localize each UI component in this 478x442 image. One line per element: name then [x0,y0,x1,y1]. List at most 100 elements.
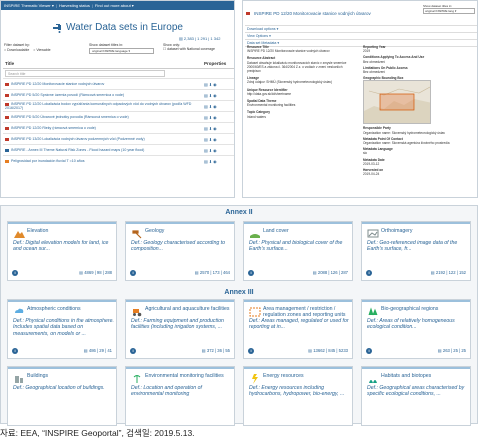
view-icon[interactable]: ◉ [213,159,218,164]
view-options-menu[interactable]: View Options ▾ [245,32,477,39]
national-coverage-checkbox[interactable]: ☐ dataset with National coverage [163,47,234,51]
habitat-icon [369,380,377,383]
metadata-value: Zdroj údajov: SHMÚ (Slovenský hydrometeo… [247,80,333,85]
metadata-field: Unique Resource Identifier http://data.go… [247,88,357,96]
card-title[interactable]: Environmental monitoring facilities [145,373,233,379]
card-title[interactable]: Energy resources [263,373,351,379]
country-flag-icon [5,93,9,97]
view-icon[interactable]: ◉ [213,82,218,87]
dataset-actions: ▤⬇◉ [204,126,218,131]
table-row[interactable]: INSPIRE PD 5/20 Správne územia povodí (R… [3,89,234,101]
card-title[interactable]: Habitats and biotopes [381,373,469,379]
themes-container: Annex II Elevation Def.: Digital elevatio… [0,205,478,426]
dataset-title-link[interactable]: INSPIRE PD 5/20 Správne územia povodí (R… [11,93,124,97]
metadata-key: Metadata Language [363,147,393,152]
table-row[interactable]: INSPIRE PD 12/20 Monitorovacie stanice v… [3,78,234,90]
theme-card[interactable]: Agricultural and aquaculture facilities D… [125,299,235,359]
card-stats: ▤ 263 | 25 | 25 [437,348,466,353]
info-icon[interactable]: i [248,269,254,276]
card-title[interactable]: Buildings [27,373,115,379]
nav-harvesting-status[interactable]: Harvesting status [59,3,90,8]
metadata-show-select[interactable]: original INSPIRE lang ▾ [423,8,475,14]
dataset-title-link[interactable]: INSPIRE PD 12/20 Lokalizácia bodov vypúš… [5,102,191,110]
metadata-field: Topic Category Inland waters [247,110,357,118]
card-title[interactable]: Bio-geographical regions [381,306,469,312]
bbox-rect [379,93,415,111]
dataset-title-link[interactable]: INSPIRE PD 13/20 Lokalizácia vodných útv… [11,137,145,141]
metadata-value: 2019-04-24 [363,172,380,177]
card-footer: i ▤ 2088 | 126 | 287 [248,269,348,276]
download-options-menu[interactable]: Download options ▾ [245,25,477,32]
card-title[interactable]: Land cover [263,228,351,234]
view-icon[interactable]: ◉ [213,93,218,98]
card-footer: i ▤ 2192 | 122 | 152 [366,269,466,276]
monitoring-icon [133,375,141,383]
card-title[interactable]: Agricultural and aquaculture facilities [145,306,233,312]
theme-card[interactable]: Geology Def.: Geology characterised accor… [125,221,235,281]
view-icon[interactable]: ◉ [213,104,218,109]
dataset-title-link[interactable]: INSPIRE PD 5/20 Útvarové jednotky povodi… [11,115,129,119]
info-icon[interactable]: i [12,347,18,354]
filter-downloadable[interactable]: ○ Downloadable [4,48,29,52]
info-icon[interactable]: i [248,347,254,354]
theme-card[interactable]: Orthoimagery Def.: Geo-referenced image d… [361,221,471,281]
info-icon[interactable]: i [130,269,136,276]
card-title[interactable]: Atmospheric conditions [27,306,115,312]
table-row[interactable]: Peligrosidad por inundación fluvial T =1… [3,155,234,167]
info-icon[interactable]: i [366,269,372,276]
card-top-bar [8,300,116,302]
card-definition: Def.: Geographical areas characterised b… [367,385,465,398]
dataset-title-link[interactable]: Peligrosidad por inundación fluvial T =1… [11,159,85,163]
metadata-value: 2019 [363,49,371,54]
search-title-input[interactable]: Search title [5,70,165,77]
card-title[interactable]: Orthoimagery [381,228,469,234]
view-icon[interactable]: ◉ [213,148,218,153]
card-title[interactable]: Elevation [27,228,115,234]
metadata-value: Organization name: Slovenská agentúra ži… [363,141,450,146]
theme-card[interactable]: Buildings Def.: Geographical location of … [7,366,117,426]
card-footer: i ▤ 486 | 29 | 41 [12,347,112,354]
country-flag-icon [5,126,9,130]
card-top-bar [126,367,234,369]
land-cover-icon [250,234,260,238]
bounding-box-map[interactable] [363,80,431,124]
table-row[interactable]: INSPIRE PD 13/20 Lokalizácia vodných útv… [3,133,234,145]
theme-card[interactable]: Atmospheric conditions Def.: Physical con… [7,299,117,359]
theme-card[interactable]: Environmental monitoring facilities Def.:… [125,366,235,426]
nav-thematic-viewer[interactable]: INSPIRE Thematic Viewer ▾ [4,3,54,8]
hammer-icon [132,230,142,239]
table-row[interactable]: INSPIRE - Annex III Theme Natural Risk Z… [3,144,234,156]
metadata-fields-left: Resource Title INSPIRE PD 12/20 Monitorov… [247,45,357,122]
table-row[interactable]: INSPIRE PD 12/20 Lokalizácia bodov vypúš… [3,100,234,112]
view-icon[interactable]: ◉ [213,137,218,142]
theme-card[interactable]: Habitats and biotopes Def.: Geographical … [361,366,471,426]
dataset-title-link[interactable]: INSPIRE PD 12/20 Rieky (rámcová smernica… [11,126,96,130]
card-title[interactable]: Geology [145,228,233,234]
table-row[interactable]: INSPIRE PD 12/20 Rieky (rámcová smernica… [3,122,234,134]
dataset-actions: ▤⬇◉ [204,148,218,153]
show-titles-select[interactable]: original INSPIRE language ▾ [89,48,154,54]
theme-card[interactable]: Bio-geographical regions Def.: Areas of r… [361,299,471,359]
metadata-field: Harvested on 2019-04-24 [363,168,475,176]
filter-viewable[interactable]: ○ Viewable [33,48,50,52]
card-definition: Def.: Farming equipment and production f… [131,318,224,331]
nav-find-out-more[interactable]: Find out more about ▾ [95,3,134,8]
card-definition: Def.: Areas of relatively homogeneous ec… [367,318,455,331]
view-icon[interactable]: ◉ [213,126,218,131]
metadata-title-row: INSPIRE PD 12/20 Monitorovacie stanice v… [246,11,371,16]
info-icon[interactable]: i [366,347,372,354]
card-definition: Def.: Geology characterised according to… [131,240,226,253]
metadata-value: Organization name: Slovenský hydrometeor… [363,130,446,135]
dataset-title-link[interactable]: INSPIRE - Annex III Theme Natural Risk Z… [11,148,144,152]
info-icon[interactable]: i [130,347,136,354]
view-icon[interactable]: ◉ [213,115,218,120]
theme-card[interactable]: Energy resources Def.: Energy resources i… [243,366,353,426]
info-icon[interactable]: i [12,269,18,276]
theme-card[interactable]: Area management / restriction / regulati… [243,299,353,359]
table-row[interactable]: INSPIRE PD 5/20 Útvarové jednotky povodi… [3,111,234,123]
dataset-title-link[interactable]: INSPIRE PD 12/20 Monitorovacie stanice v… [11,82,104,86]
metadata-panel: INSPIRE PD 12/20 Monitorovacie stanice v… [242,0,478,198]
card-title[interactable]: Area management / restriction / regulati… [263,306,351,318]
theme-card[interactable]: Land cover Def.: Physical and biological … [243,221,353,281]
theme-card[interactable]: Elevation Def.: Digital elevation models … [7,221,117,281]
